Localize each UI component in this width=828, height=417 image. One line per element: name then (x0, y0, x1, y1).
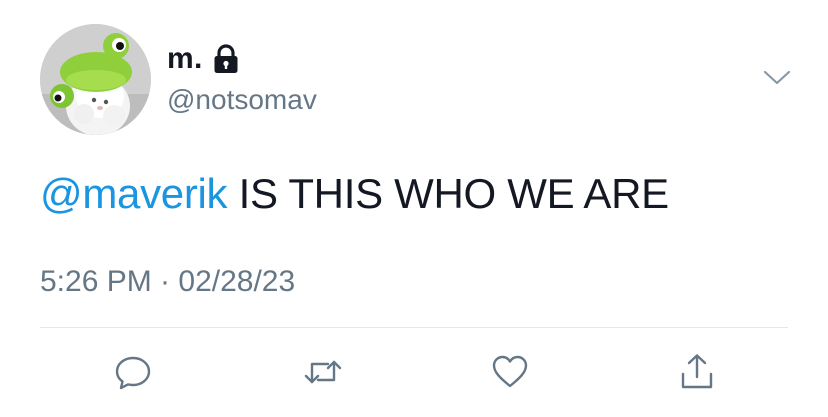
reply-icon (115, 356, 151, 390)
author-name-row: m. (167, 42, 239, 76)
display-name[interactable]: m. (167, 42, 203, 76)
heart-icon (492, 355, 528, 388)
chevron-down-icon[interactable] (762, 66, 792, 88)
share-icon (681, 354, 713, 389)
mention-link[interactable]: @maverik (40, 170, 228, 217)
reply-button[interactable] (111, 350, 155, 394)
lock-icon (213, 44, 239, 74)
share-button[interactable] (675, 350, 719, 394)
tweet-body: IS THIS WHO WE ARE (227, 170, 670, 217)
author-handle[interactable]: @notsomav (167, 84, 317, 116)
divider (40, 327, 788, 328)
like-button[interactable] (488, 350, 532, 394)
tweet-card: m. @notsomav @maverik IS THIS WHO WE ARE… (0, 0, 828, 417)
timestamp[interactable]: 5:26 PM · 02/28/23 (40, 265, 295, 299)
retweet-button[interactable] (301, 350, 345, 394)
action-bar (0, 350, 828, 394)
tweet-text: @maverik IS THIS WHO WE ARE (40, 170, 669, 218)
avatar[interactable] (40, 24, 151, 135)
retweet-icon (304, 360, 342, 384)
